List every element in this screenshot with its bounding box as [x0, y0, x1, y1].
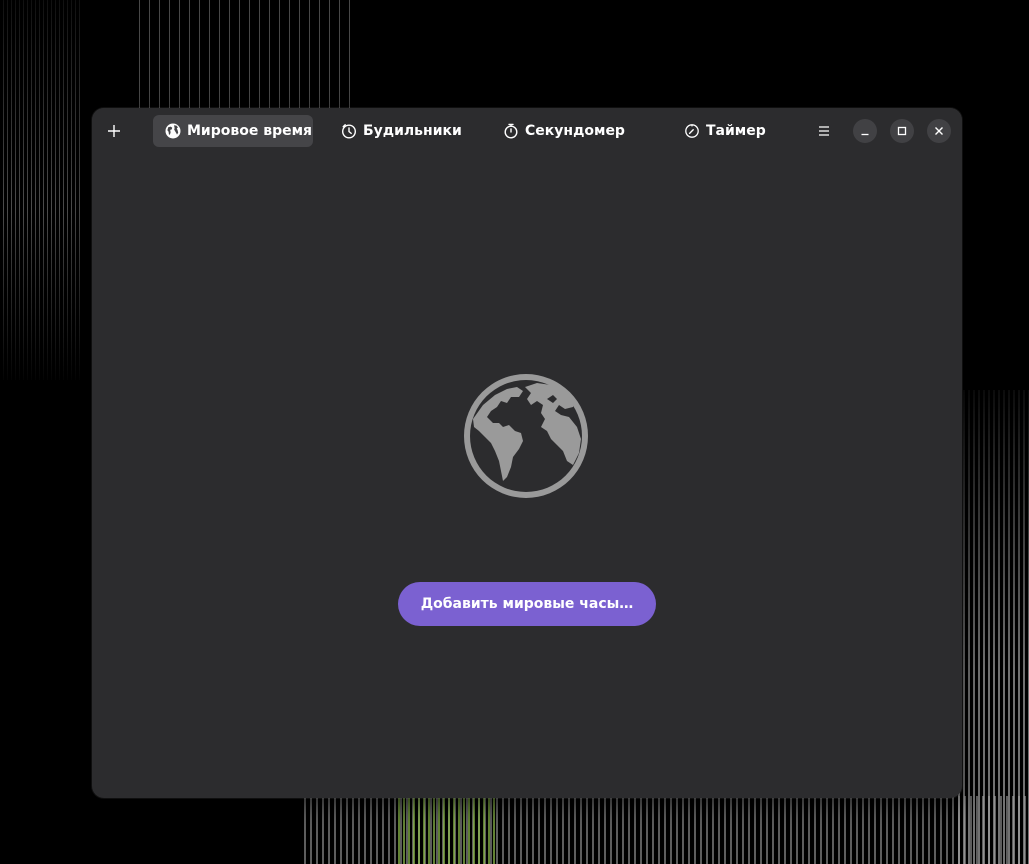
add-world-clock-button[interactable]: Добавить мировые часы… [398, 582, 656, 626]
tab-label: Мировое время [187, 123, 313, 139]
tab-label: Будильники [363, 123, 462, 139]
maximize-icon [897, 126, 907, 136]
header-bar: Мировое время Будильники Секундомер Тайм… [92, 108, 962, 154]
desktop-wallpaper: Мировое время Будильники Секундомер Тайм… [0, 0, 1029, 864]
tab-label: Секундомер [525, 123, 625, 139]
add-world-clock-label: Добавить мировые часы… [420, 596, 634, 612]
globe-icon [464, 374, 588, 498]
tab-timer[interactable]: Таймер [672, 115, 772, 147]
tab-alarms[interactable]: Будильники [329, 115, 462, 147]
wallpaper-streaks-left [0, 0, 80, 380]
timer-icon [685, 124, 699, 138]
wallpaper-streaks-top [130, 0, 350, 110]
wallpaper-streaks-right [955, 390, 1029, 864]
main-menu-button[interactable] [808, 115, 840, 147]
tab-label: Таймер [706, 123, 766, 139]
hamburger-menu-icon [819, 126, 829, 136]
wallpaper-streaks-green [395, 796, 495, 864]
clocks-app-window: Мировое время Будильники Секундомер Тайм… [92, 108, 962, 798]
globe-icon [165, 123, 181, 139]
stopwatch-icon [504, 123, 518, 139]
plus-icon [108, 125, 120, 137]
tab-stopwatch[interactable]: Секундомер [491, 115, 629, 147]
maximize-button[interactable] [890, 119, 914, 143]
minimize-icon [861, 133, 869, 136]
close-button[interactable] [927, 119, 951, 143]
add-button[interactable] [98, 115, 130, 147]
tab-world-clock[interactable]: Мировое время [153, 115, 313, 147]
alarm-clock-icon [341, 124, 357, 139]
close-icon [935, 127, 943, 135]
world-clock-empty-state: Добавить мировые часы… [92, 154, 962, 798]
minimize-button[interactable] [853, 119, 877, 143]
